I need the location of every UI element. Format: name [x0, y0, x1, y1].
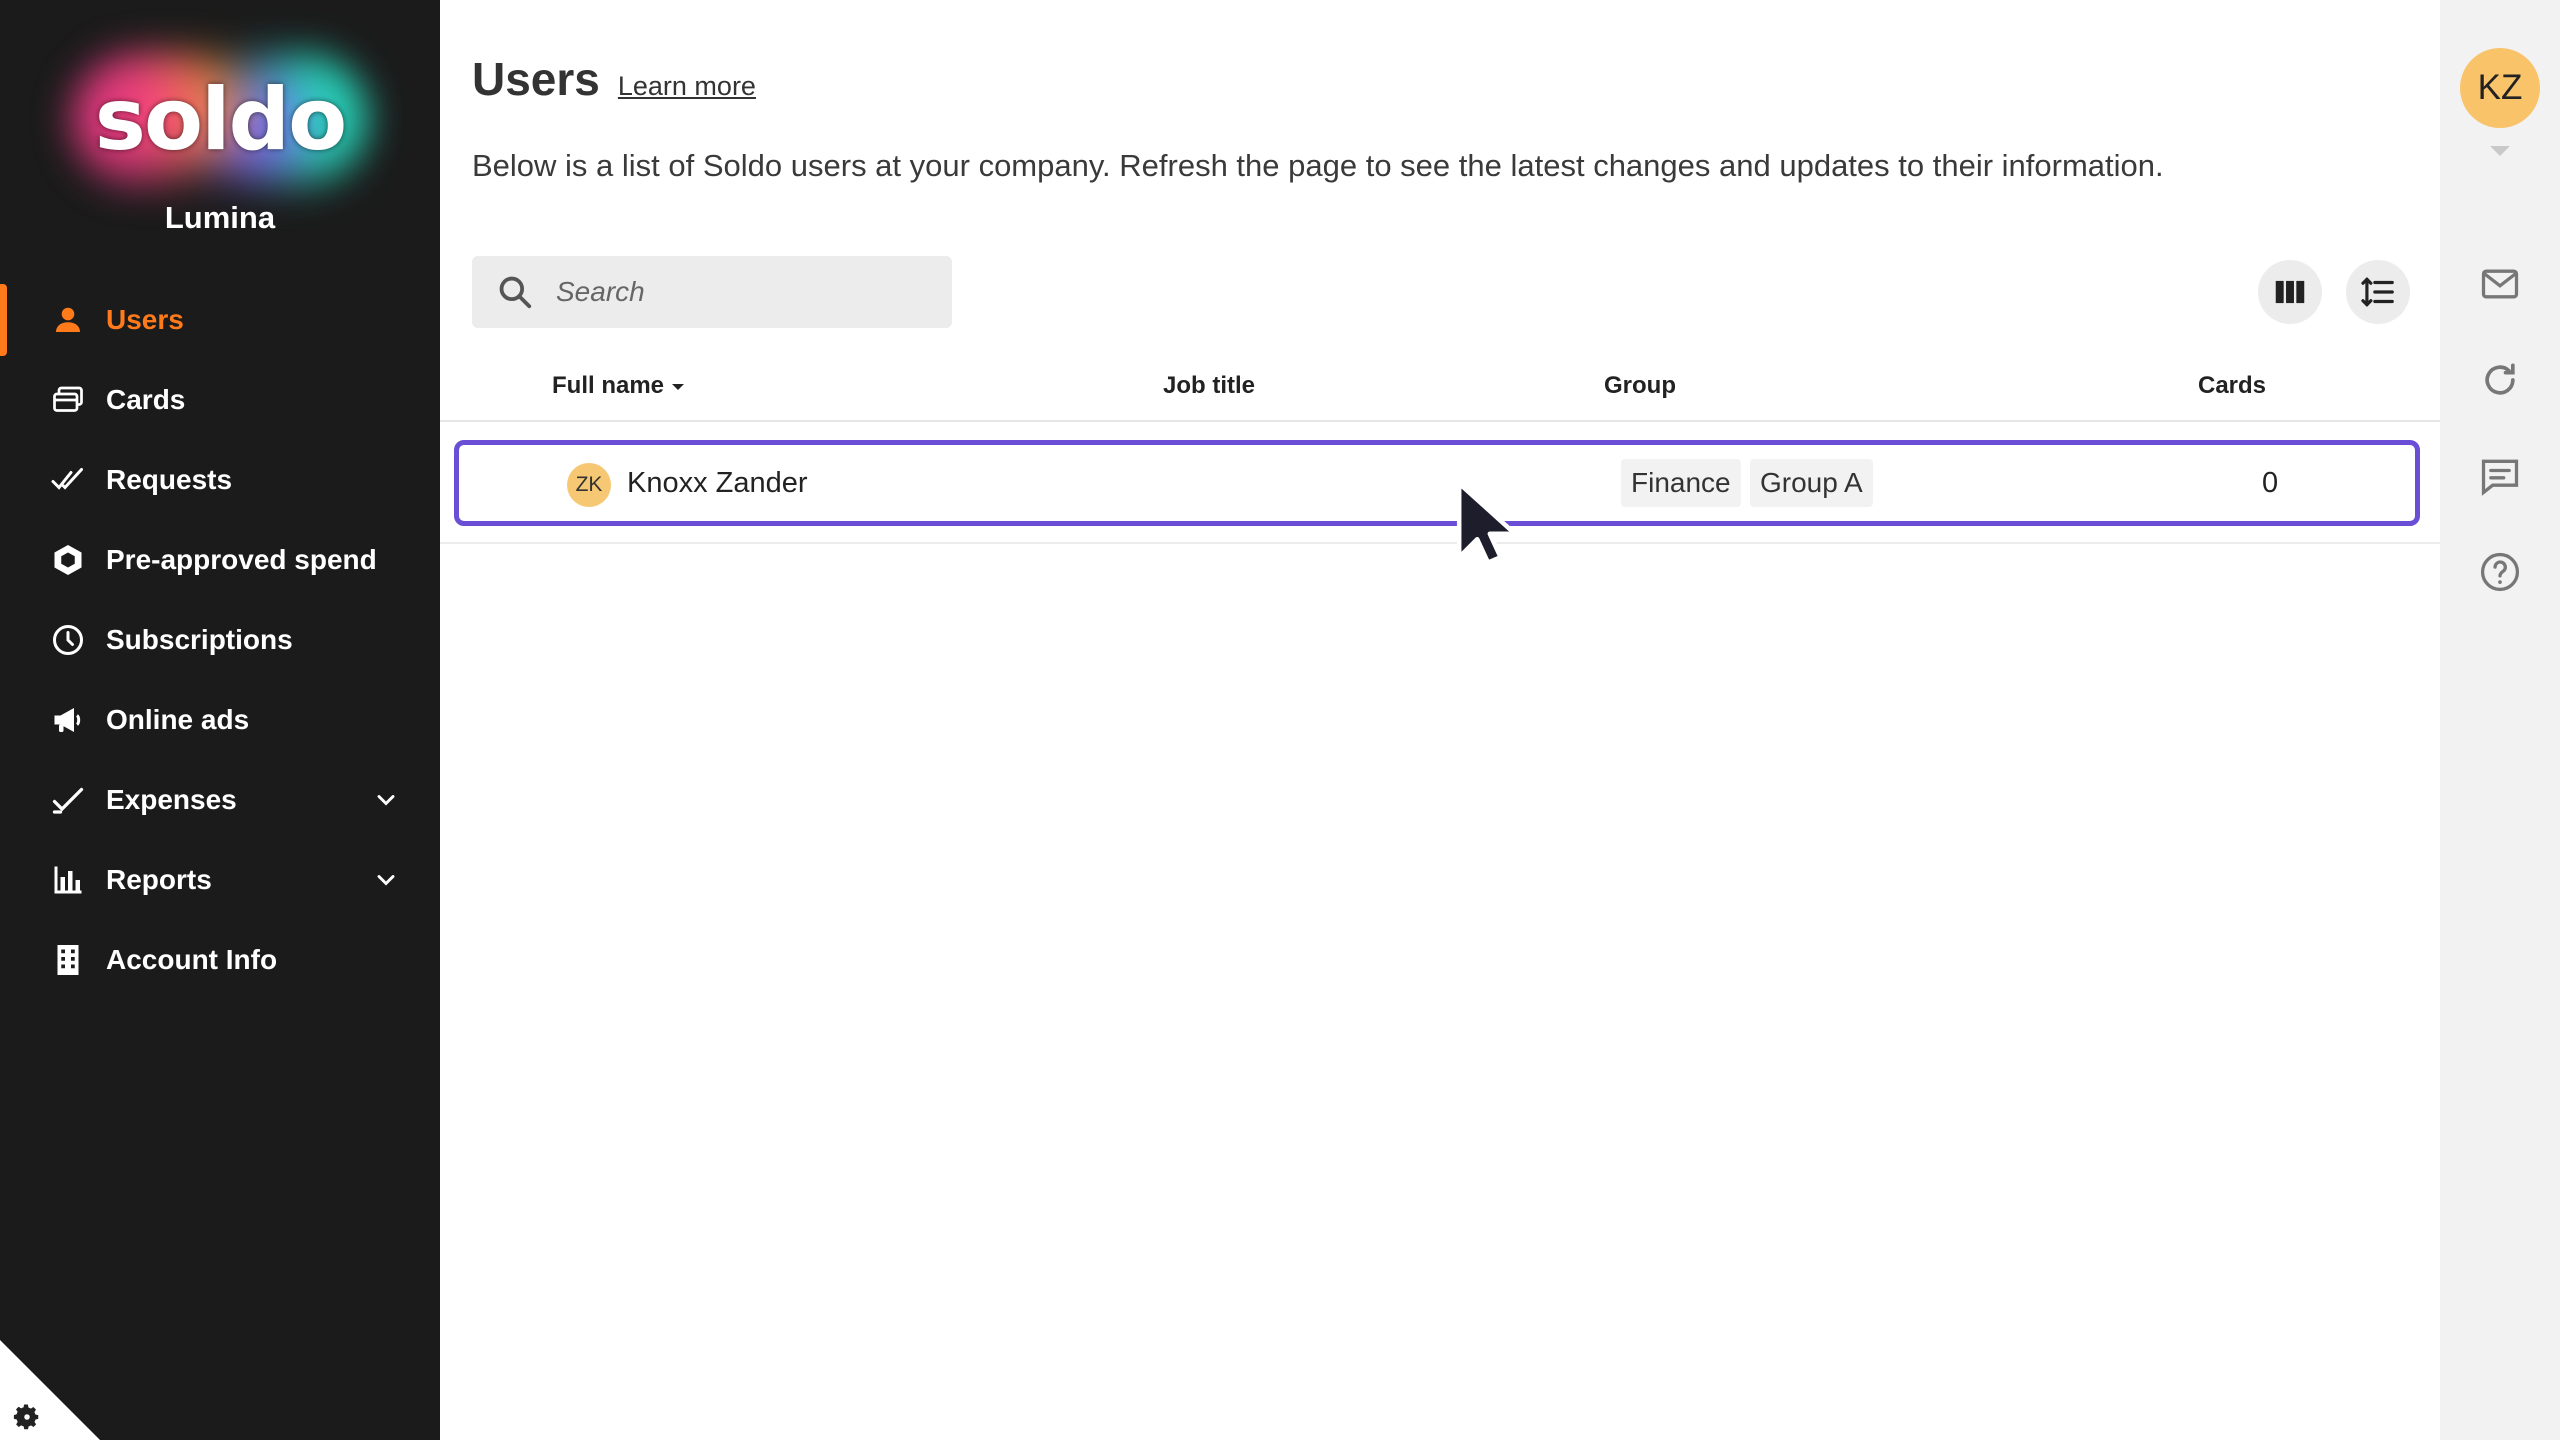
- chevron-down-icon[interactable]: [372, 866, 400, 894]
- caret-down-icon[interactable]: [2490, 146, 2510, 156]
- settings-corner[interactable]: [0, 1340, 100, 1440]
- sidebar-item-label: Expenses: [106, 784, 237, 815]
- sidebar-item-cards[interactable]: Cards: [0, 360, 440, 440]
- bar-chart-icon: [48, 860, 88, 900]
- row-divider: [440, 542, 2440, 544]
- cards-icon: [48, 380, 88, 420]
- columns-view-button[interactable]: [2258, 260, 2322, 324]
- sidebar-item-requests[interactable]: Requests: [0, 440, 440, 520]
- chat-icon[interactable]: [2478, 454, 2522, 498]
- sidebar-nav: Users Cards Requests Pre-approved spend …: [0, 280, 440, 1000]
- line-spacing-icon: [2361, 277, 2394, 307]
- sidebar-item-label: Requests: [106, 464, 233, 495]
- sidebar-item-pre-approved-spend[interactable]: Pre-approved spend: [0, 520, 440, 600]
- row-density-button[interactable]: [2346, 260, 2410, 324]
- sidebar-item-label: Users: [106, 304, 184, 335]
- building-icon: [48, 940, 88, 980]
- clock-icon: [48, 620, 88, 660]
- avatar: ZK: [567, 463, 611, 507]
- group-tag: Group A: [1750, 459, 1873, 507]
- cards-count: 0: [2262, 467, 2279, 499]
- user-avatar[interactable]: KZ: [2460, 48, 2540, 128]
- column-header-full-name[interactable]: Full name: [552, 372, 685, 400]
- sidebar-item-account-info[interactable]: Account Info: [0, 920, 440, 1000]
- refresh-icon[interactable]: [2478, 358, 2522, 402]
- user-icon: [48, 300, 88, 340]
- learn-more-link[interactable]: Learn more: [618, 71, 756, 102]
- sidebar-item-online-ads[interactable]: Online ads: [0, 680, 440, 760]
- sidebar-item-subscriptions[interactable]: Subscriptions: [0, 600, 440, 680]
- main-content: Users Learn more Below is a list of Sold…: [440, 0, 2440, 1440]
- mouse-pointer-icon: [1456, 481, 1518, 565]
- chevron-down-icon[interactable]: [372, 786, 400, 814]
- help-icon[interactable]: [2478, 550, 2522, 594]
- sort-caret-icon: [672, 383, 685, 390]
- table-row[interactable]: ZK Knoxx Zander Finance Group A 0: [454, 440, 2420, 526]
- columns-icon: [2275, 280, 2305, 304]
- sidebar-item-label: Account Info: [106, 944, 278, 975]
- column-header-group[interactable]: Group: [1604, 372, 1676, 400]
- company-name: Lumina: [164, 200, 276, 235]
- column-header-cards[interactable]: Cards: [2198, 372, 2266, 400]
- mail-icon[interactable]: [2478, 262, 2522, 306]
- hexagon-icon: [48, 540, 88, 580]
- group-tag: Finance: [1621, 459, 1741, 507]
- logo-text: soldo: [94, 70, 347, 170]
- page-description: Below is a list of Soldo users at your c…: [472, 148, 2164, 183]
- search-bar[interactable]: [472, 256, 952, 328]
- sidebar-item-label: Pre-approved spend: [106, 544, 377, 575]
- table-header: Full name Job title Group Cards: [440, 360, 2440, 422]
- sidebar-item-expenses[interactable]: Expenses: [0, 760, 440, 840]
- sidebar-item-users[interactable]: Users: [0, 280, 440, 360]
- sidebar-item-label: Online ads: [106, 704, 250, 735]
- gear-icon[interactable]: [12, 1402, 42, 1432]
- soldo-logo[interactable]: soldo: [40, 40, 400, 200]
- search-icon: [499, 276, 532, 309]
- sidebar-item-label: Reports: [106, 864, 212, 895]
- user-full-name: Knoxx Zander: [627, 467, 808, 499]
- double-check-icon: [48, 460, 88, 500]
- page-title: Users: [472, 53, 600, 105]
- checkmark-icon: [48, 780, 88, 820]
- megaphone-icon: [48, 700, 88, 740]
- title-row: Users Learn more: [472, 52, 756, 106]
- column-header-job-title[interactable]: Job title: [1163, 372, 1255, 400]
- search-input[interactable]: [554, 275, 934, 309]
- sidebar-item-label: Subscriptions: [106, 624, 293, 655]
- right-rail: KZ: [2440, 0, 2560, 1440]
- sidebar-item-reports[interactable]: Reports: [0, 840, 440, 920]
- sidebar-item-label: Cards: [106, 384, 186, 415]
- column-header-label: Full name: [552, 372, 665, 399]
- sidebar: soldo Lumina Users Cards Requests Pre-ap: [0, 0, 440, 1440]
